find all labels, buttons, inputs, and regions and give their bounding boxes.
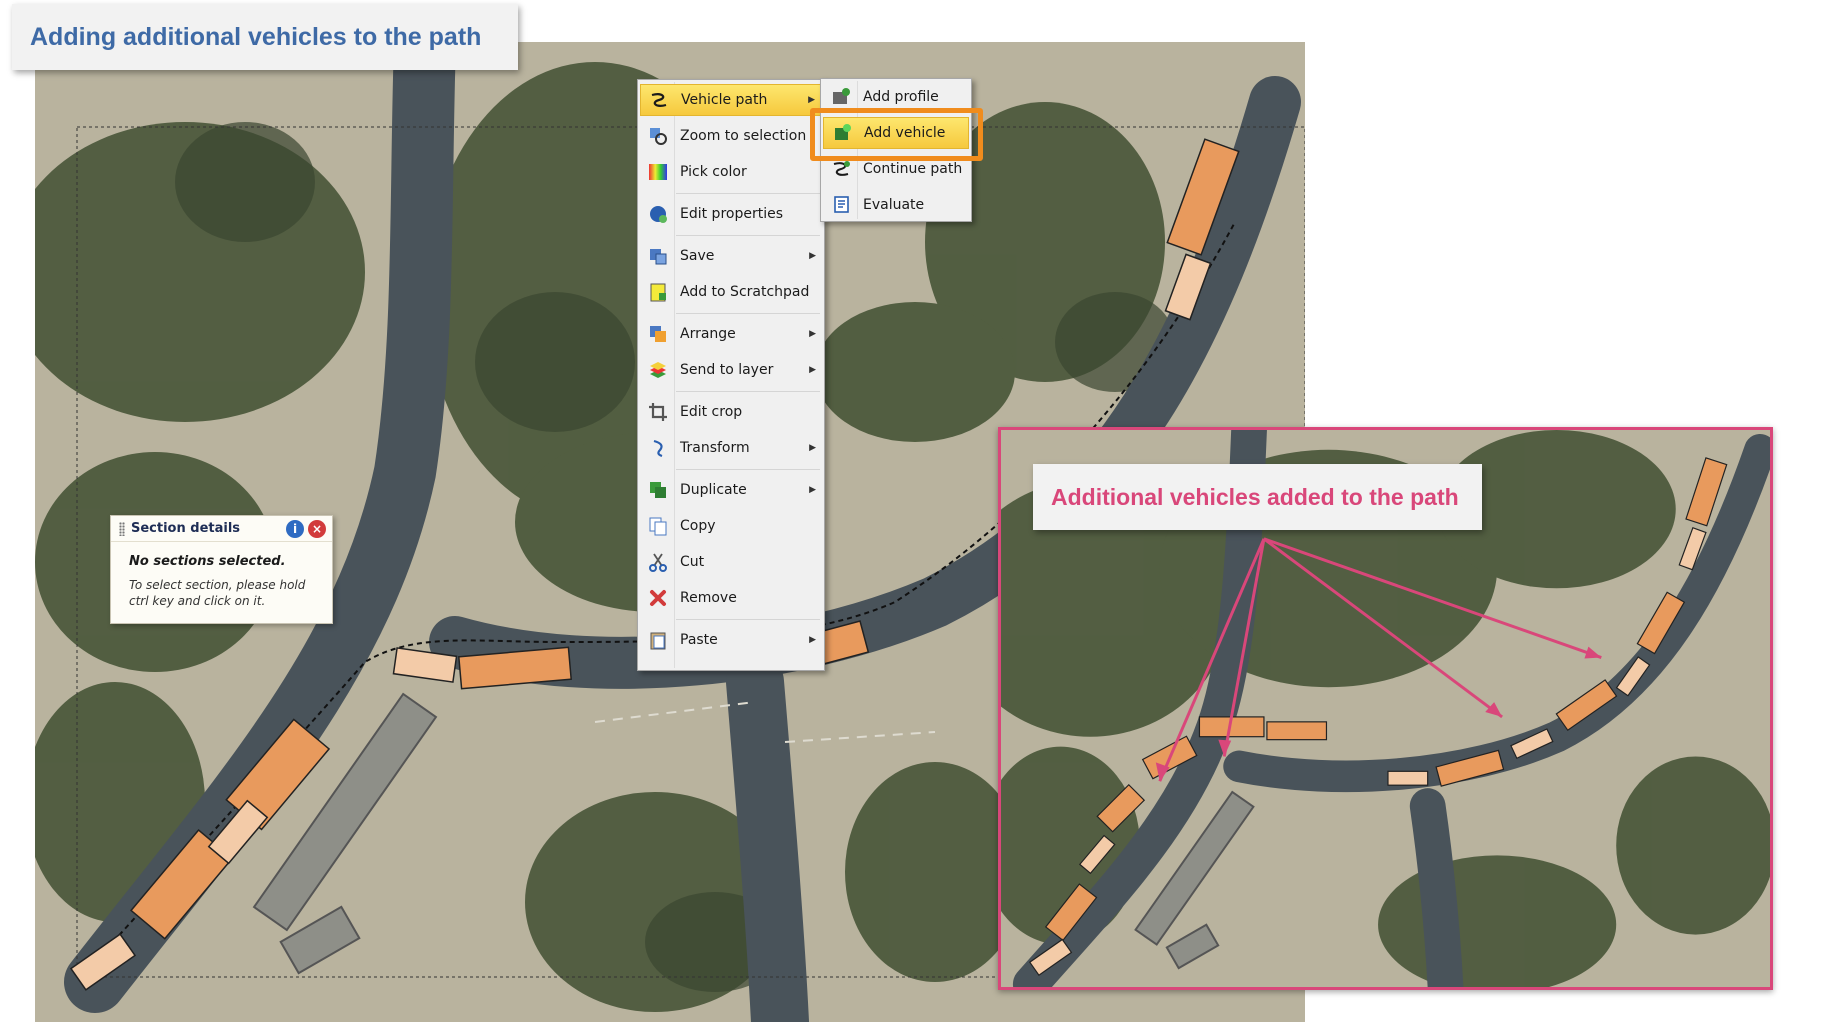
continue-path-icon (830, 158, 852, 180)
menu-item-label: Arrange (680, 326, 736, 342)
menu-item-label: Paste (680, 632, 718, 648)
inset-caption: Additional vehicles added to the path (1033, 464, 1482, 530)
menu-separator (676, 235, 820, 236)
menu-item-label: Pick color (680, 164, 747, 180)
menu-item-zoom-to-selection[interactable]: Zoom to selection (640, 120, 822, 152)
screenshot-stage: Adding additional vehicles to the path A… (0, 0, 1836, 1029)
close-icon[interactable]: × (308, 519, 326, 538)
section-details-header[interactable]: Section details i × (111, 516, 332, 542)
menu-item-save[interactable]: Save ▶ (640, 240, 822, 272)
duplicate-icon (647, 479, 669, 501)
menu-item-add-to-scratchpad[interactable]: Add to Scratchpad (640, 276, 822, 308)
submenu-arrow-icon: ▶ (809, 635, 816, 645)
menu-item-duplicate[interactable]: Duplicate ▶ (640, 474, 822, 506)
remove-x-icon (647, 587, 669, 609)
menu-item-label: Zoom to selection (680, 128, 807, 144)
context-menu: Vehicle path ▶ Zoom to selection Pick co… (637, 79, 825, 671)
menu-item-label: Send to layer (680, 362, 774, 378)
section-hint-text: To select section, please hold ctrl key … (129, 578, 306, 608)
save-icon (647, 245, 669, 267)
add-profile-icon (830, 86, 852, 108)
menu-item-edit-properties[interactable]: Edit properties (640, 198, 822, 230)
scratchpad-icon (647, 281, 669, 303)
menu-item-arrange[interactable]: Arrange ▶ (640, 318, 822, 350)
menu-item-label: Copy (680, 518, 716, 534)
menu-item-label: Add profile (863, 89, 939, 105)
submenu-arrow-icon: ▶ (809, 365, 816, 375)
menu-item-transform[interactable]: Transform ▶ (640, 432, 822, 464)
section-details-title: Section details (131, 521, 241, 536)
edit-properties-icon (647, 203, 669, 225)
menu-item-label: Transform (680, 440, 750, 456)
layers-icon (647, 359, 669, 381)
menu-item-label: Save (680, 248, 715, 264)
submenu-arrow-icon: ▶ (809, 485, 816, 495)
vehicle-path-icon (648, 89, 670, 111)
menu-item-label: Vehicle path (681, 92, 768, 108)
menu-item-vehicle-path[interactable]: Vehicle path ▶ (640, 84, 822, 116)
submenu-arrow-icon: ▶ (809, 329, 816, 339)
info-icon[interactable]: i (286, 519, 304, 538)
menu-separator (676, 469, 820, 470)
evaluate-icon (830, 194, 852, 216)
menu-item-pick-color[interactable]: Pick color (640, 156, 822, 188)
zoom-to-selection-icon (647, 125, 669, 147)
menu-item-edit-crop[interactable]: Edit crop (640, 396, 822, 428)
menu-item-label: Add to Scratchpad (680, 284, 810, 300)
menu-separator (676, 193, 820, 194)
submenu-arrow-icon: ▶ (809, 251, 816, 261)
paste-icon (647, 629, 669, 651)
menu-item-paste[interactable]: Paste ▶ (640, 624, 822, 656)
menu-item-remove[interactable]: Remove (640, 582, 822, 614)
submenu-arrow-icon: ▶ (808, 95, 815, 105)
pick-color-icon (647, 161, 669, 183)
menu-item-cut[interactable]: Cut (640, 546, 822, 578)
section-status-text: No sections selected. (129, 554, 286, 569)
add-vehicle-highlight-frame (810, 108, 983, 161)
drag-grip-icon[interactable] (119, 521, 125, 536)
crop-icon (647, 401, 669, 423)
menu-item-label: Evaluate (863, 197, 925, 213)
copy-icon (647, 515, 669, 537)
page-title: Adding additional vehicles to the path (12, 4, 518, 70)
submenu-item-evaluate[interactable]: Evaluate (823, 189, 969, 221)
menu-item-label: Remove (680, 590, 737, 606)
menu-item-label: Edit crop (680, 404, 743, 420)
transform-icon (647, 437, 669, 459)
arrange-icon (647, 323, 669, 345)
menu-separator (676, 313, 820, 314)
menu-item-send-to-layer[interactable]: Send to layer ▶ (640, 354, 822, 386)
menu-item-label: Cut (680, 554, 705, 570)
menu-item-label: Duplicate (680, 482, 747, 498)
menu-item-copy[interactable]: Copy (640, 510, 822, 542)
section-details-panel[interactable]: Section details i × No sections selected… (110, 515, 333, 624)
scissors-icon (647, 551, 669, 573)
menu-item-label: Edit properties (680, 206, 784, 222)
menu-separator (676, 619, 820, 620)
submenu-arrow-icon: ▶ (809, 443, 816, 453)
menu-separator (676, 391, 820, 392)
menu-item-label: Continue path (863, 161, 963, 177)
